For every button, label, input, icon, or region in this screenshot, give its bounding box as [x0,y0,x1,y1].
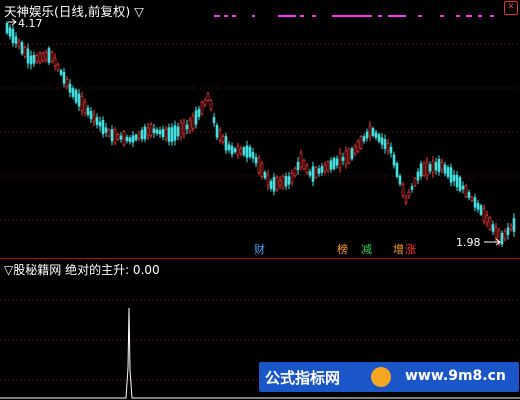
low-price-label: 1.98 [456,236,481,249]
last-close-label: 4.17 [18,17,43,30]
candles [5,21,516,247]
indicator-source: ▽股秘籍网 [4,263,62,277]
top-signal-dots [214,15,494,17]
watermark-right-text: www.9m8.cn [405,368,506,384]
close-icon[interactable]: ✕ [504,1,518,15]
watermark-left-text: 公式指标网 [265,369,341,387]
marker-bang[interactable]: 榜 [336,243,349,257]
watermark-banner: 公式指标网 www.9m8.cn [259,362,519,392]
main-chart-panel[interactable]: 天神娱乐(日线,前复权) ▽ 4.17 1.98 财 榜 减 增 涨 ✕ [0,0,520,260]
panel-divider [0,258,520,259]
candlestick-chart[interactable] [0,0,520,260]
marker-cai[interactable]: 财 [253,243,266,257]
indicator-value: : 0.00 [125,263,160,277]
indicator-title[interactable]: ▽股秘籍网 绝对的主升: 0.00 [4,261,160,278]
marker-zhang[interactable]: 涨 [404,243,417,257]
watermark-badge-icon [371,367,391,387]
indicator-name: 绝对的主升 [65,263,126,277]
marker-jian[interactable]: 减 [360,243,373,257]
